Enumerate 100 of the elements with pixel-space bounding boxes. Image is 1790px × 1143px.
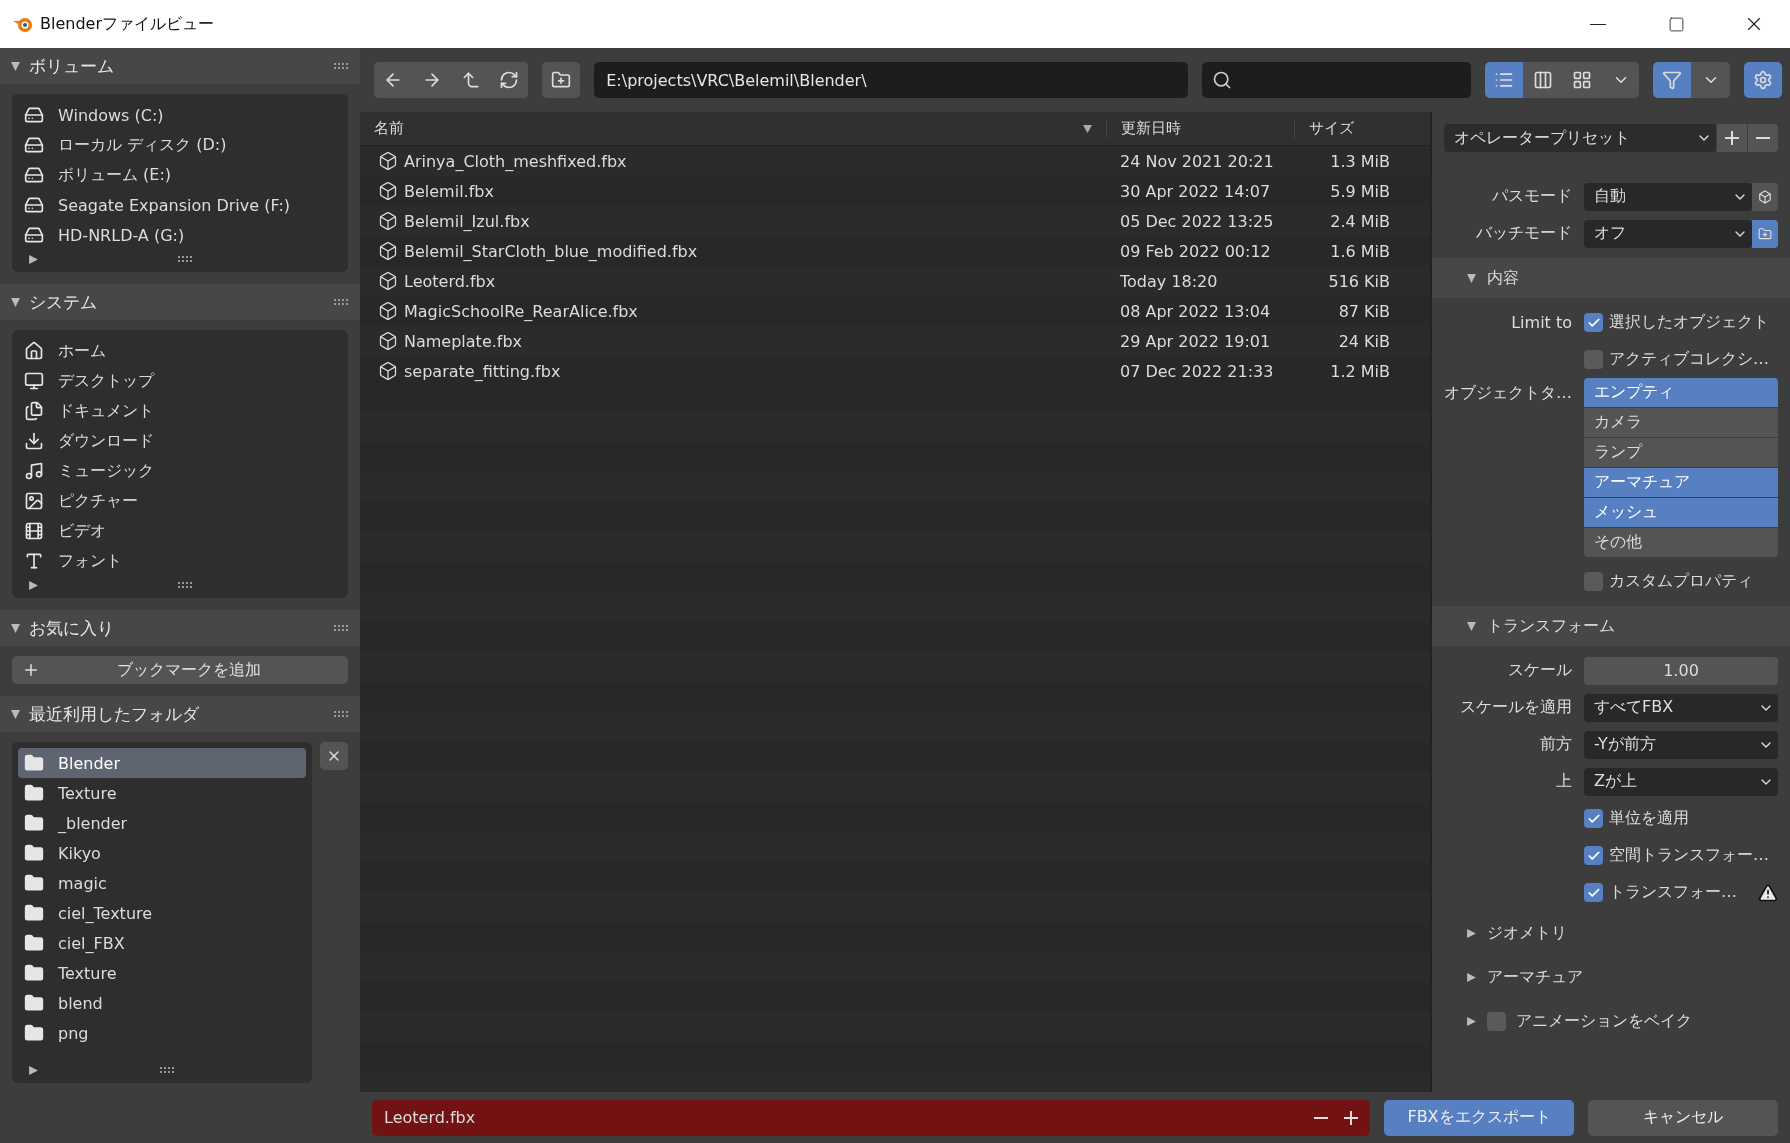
plus-icon[interactable] [1725,131,1739,145]
panel-section-header[interactable]: 内容 [1432,258,1790,298]
filename-field[interactable]: Leoterd.fbx [372,1099,1370,1136]
field-label: 前方 [1539,734,1572,755]
file-name[interactable]: Belemil_Izul.fbx [404,211,1106,231]
folder-item[interactable]: png [18,1018,306,1048]
option-item[interactable]: ランプ [1584,438,1778,467]
file-name[interactable]: separate_fitting.fbx [404,361,1106,381]
place-item[interactable]: フォント [18,546,342,576]
panel-section-header[interactable]: アーマチュア [1432,957,1790,997]
place-item[interactable]: ミュージック [18,456,342,486]
drive-item[interactable]: ボリューム (E:) [18,160,342,190]
grip-icon[interactable] [177,582,194,588]
drive-item[interactable]: Windows (C:) [18,100,342,130]
folder-item[interactable]: blend [18,988,306,1018]
option-item[interactable]: その他 [1584,528,1778,557]
grip-icon[interactable] [159,1067,176,1073]
checkbox[interactable] [1584,809,1603,828]
collapse-arrow-icon[interactable] [1466,620,1477,632]
folder-item[interactable]: Kikyo [18,838,306,868]
section-header[interactable]: ボリューム [0,48,360,84]
collapse-arrow-icon[interactable] [10,296,21,308]
checkbox[interactable] [1487,1011,1506,1031]
cancel-button[interactable]: キャンセル [1588,1099,1778,1136]
grip-icon[interactable] [334,625,350,631]
close-button[interactable] [320,742,348,770]
add-bookmark-button[interactable]: ブックマークを追加 [12,656,348,684]
checkbox[interactable] [1584,846,1603,865]
folder-item[interactable]: _blender [18,808,306,838]
place-item[interactable]: ビデオ [18,516,342,546]
grip-icon[interactable] [334,711,350,717]
option-item[interactable]: メッシュ [1584,498,1778,527]
section-header[interactable]: お気に入り [0,610,360,646]
remove-preset-button[interactable] [1748,124,1778,152]
folder-item[interactable]: Texture [18,778,306,808]
panel-section-header[interactable]: アニメーションをベイク [1432,1001,1790,1041]
option-item[interactable]: エンプティ [1584,378,1778,407]
box-button[interactable] [1752,182,1778,211]
grip-icon[interactable] [177,256,194,262]
dropdown[interactable]: オフ [1584,219,1752,248]
path-field[interactable]: E:\projects\VRC\Belemil\Blender\ [594,62,1189,98]
column-header[interactable]: 更新日時 [1106,119,1294,138]
search-field[interactable] [1202,62,1472,98]
file-name[interactable]: Leoterd.fbx [404,271,1106,291]
file-name[interactable]: Belemil_StarCloth_blue_modified.fbx [404,241,1106,261]
checkbox[interactable] [1584,313,1603,332]
place-item[interactable]: ピクチャー [18,486,342,516]
expand-arrow-icon[interactable] [28,579,39,591]
place-item[interactable]: デスクトップ [18,366,342,396]
collapse-arrow-icon[interactable] [1466,272,1477,284]
grip-icon[interactable] [334,299,350,305]
expand-arrow-icon[interactable] [1466,971,1477,983]
collapse-arrow-icon[interactable] [10,622,21,634]
expand-arrow-icon[interactable] [28,253,39,265]
section-header[interactable]: システム [0,284,360,320]
file-name[interactable]: Nameplate.fbx [404,331,1106,351]
drive-item[interactable]: HD-NRLD-A (G:) [18,220,342,250]
folder-item[interactable]: ciel_Texture [18,898,306,928]
folder-item[interactable]: Texture [18,958,306,988]
option-item[interactable]: アーマチュア [1584,468,1778,497]
expand-arrow-icon[interactable] [1466,1015,1477,1027]
dropdown[interactable]: 自動 [1584,182,1752,211]
section-header[interactable]: 最近利用したフォルダ [0,696,360,732]
column-header[interactable]: サイズ [1294,119,1430,138]
add-preset-button[interactable] [1717,124,1747,152]
drive-item[interactable]: ローカル ディスク (D:) [18,130,342,160]
checkbox[interactable] [1584,572,1603,591]
settings-button[interactable] [1744,62,1782,98]
folder-item[interactable]: ciel_FBX [18,928,306,958]
expand-arrow-icon[interactable] [1466,927,1477,939]
export-button[interactable]: FBXをエクスポート [1384,1099,1574,1136]
place-item[interactable]: ホーム [18,336,342,366]
grip-icon[interactable] [334,63,350,69]
expand-arrow-icon[interactable] [28,1064,39,1076]
option-item[interactable]: カメラ [1584,408,1778,437]
collapse-arrow-icon[interactable] [10,708,21,720]
file-name[interactable]: MagicSchoolRe_RearAlice.fbx [404,301,1106,321]
dropdown[interactable]: Zが上 [1584,767,1778,796]
checkbox[interactable] [1584,350,1603,369]
place-item[interactable]: ドキュメント [18,396,342,426]
preset-dropdown[interactable]: オペレータープリセット [1444,124,1716,152]
checkbox[interactable] [1584,883,1603,902]
column-header[interactable]: 名前 [360,119,1083,138]
collapse-arrow-icon[interactable] [10,60,21,72]
new-folder-button[interactable] [1752,219,1778,248]
panel-section-header[interactable]: トランスフォーム [1432,606,1790,646]
folder-item[interactable]: magic [18,868,306,898]
panel-section-header[interactable]: ジオメトリ [1432,913,1790,953]
dropdown[interactable]: -Yが前方 [1584,730,1778,759]
sort-icon[interactable] [1083,124,1092,133]
number-field[interactable]: 1.00 [1584,656,1778,685]
folder-item[interactable]: Blender [18,748,306,778]
filter-button[interactable] [1653,62,1692,98]
place-item[interactable]: ダウンロード [18,426,342,456]
drive-item[interactable]: Seagate Expansion Drive (F:) [18,190,342,220]
file-name[interactable]: Belemil.fbx [404,181,1106,201]
minus-icon[interactable] [1314,1116,1328,1119]
dropdown[interactable]: すべてFBX [1584,693,1778,722]
file-name[interactable]: Arinya_Cloth_meshfixed.fbx [404,151,1106,171]
plus-icon[interactable] [1344,1110,1358,1125]
